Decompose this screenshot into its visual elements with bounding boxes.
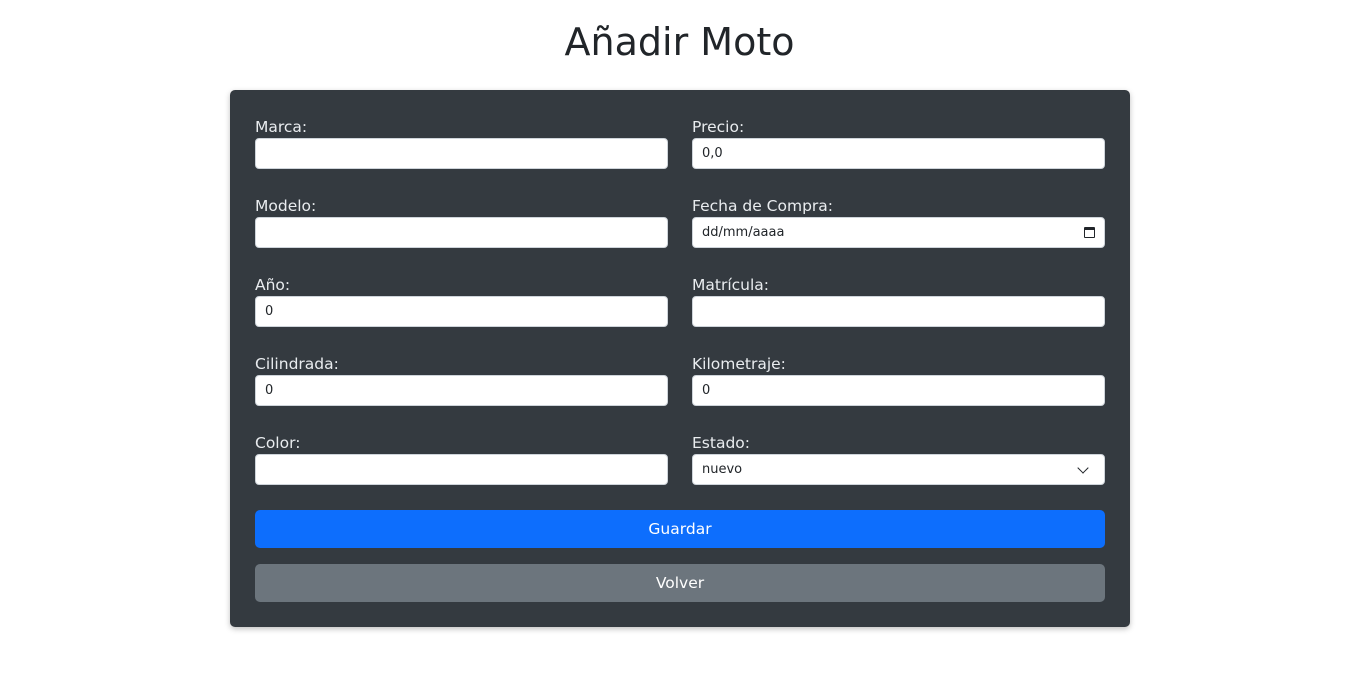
kilometraje-input[interactable] — [692, 375, 1105, 406]
volver-button[interactable]: Volver — [255, 564, 1105, 602]
marca-label: Marca: — [255, 118, 308, 136]
modelo-field-group: Modelo: — [255, 196, 668, 248]
modelo-label: Modelo: — [255, 197, 317, 215]
fecha-compra-input[interactable]: dd/mm/aaaa — [692, 217, 1105, 248]
precio-label: Precio: — [692, 118, 745, 136]
calendar-icon[interactable] — [1084, 227, 1095, 238]
estado-label: Estado: — [692, 434, 750, 452]
matricula-field-group: Matrícula: — [692, 275, 1105, 327]
cilindrada-input[interactable] — [255, 375, 668, 406]
estado-select[interactable]: nuevo — [692, 454, 1105, 485]
fecha-compra-field-group: Fecha de Compra: dd/mm/aaaa — [692, 196, 1105, 248]
cilindrada-field-group: Cilindrada: — [255, 354, 668, 406]
page-title: Añadir Moto — [564, 20, 795, 64]
modelo-input[interactable] — [255, 217, 668, 248]
fecha-compra-value: dd/mm/aaaa — [702, 225, 785, 240]
kilometraje-field-group: Kilometraje: — [692, 354, 1105, 406]
estado-selected-value: nuevo — [702, 462, 743, 477]
precio-field-group: Precio: — [692, 117, 1105, 169]
matricula-label: Matrícula: — [692, 276, 770, 294]
color-field-group: Color: — [255, 433, 668, 485]
chevron-down-icon — [1077, 461, 1089, 474]
estado-field-group: Estado: nuevo — [692, 433, 1105, 485]
moto-form-card: Marca: Precio: Modelo: Fecha de Compra: … — [230, 90, 1130, 627]
guardar-button[interactable]: Guardar — [255, 510, 1105, 548]
kilometraje-label: Kilometraje: — [692, 355, 786, 373]
precio-input[interactable] — [692, 138, 1105, 169]
matricula-input[interactable] — [692, 296, 1105, 327]
anio-field-group: Año: — [255, 275, 668, 327]
marca-input[interactable] — [255, 138, 668, 169]
color-label: Color: — [255, 434, 301, 452]
fecha-compra-label: Fecha de Compra: — [692, 197, 834, 215]
cilindrada-label: Cilindrada: — [255, 355, 339, 373]
anio-input[interactable] — [255, 296, 668, 327]
anio-label: Año: — [255, 276, 291, 294]
marca-field-group: Marca: — [255, 117, 668, 169]
color-input[interactable] — [255, 454, 668, 485]
